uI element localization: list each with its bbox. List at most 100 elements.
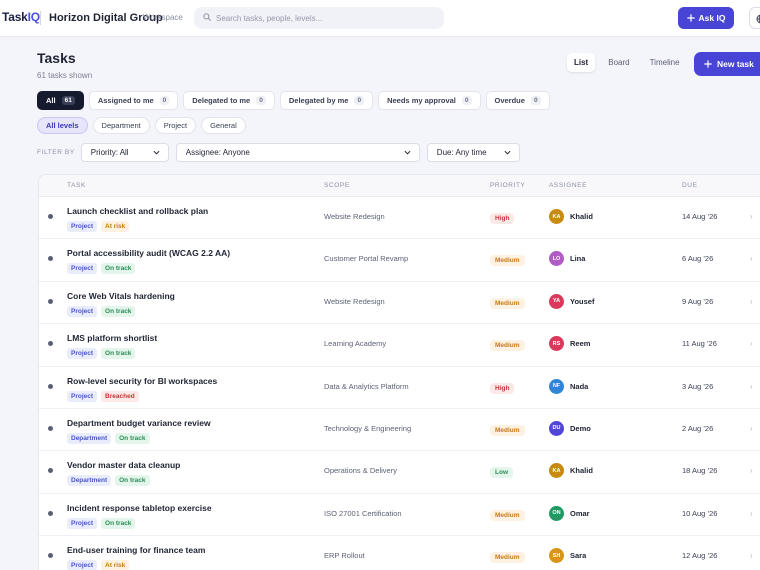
assignee[interactable]: KA Khalid bbox=[549, 209, 593, 224]
task-scope[interactable]: Website Redesign bbox=[324, 212, 385, 221]
task-title[interactable]: Portal accessibility audit (WCAG 2.2 AA) bbox=[67, 248, 230, 258]
column-header-assignee[interactable]: ASSIGNEE bbox=[549, 182, 587, 189]
assignee[interactable]: DU Demo bbox=[549, 420, 591, 436]
task-title[interactable]: Vendor master data cleanup bbox=[67, 460, 180, 470]
chevron-right-icon[interactable]: › bbox=[750, 339, 753, 348]
search-box[interactable] bbox=[194, 7, 444, 29]
column-header-task[interactable]: TASK bbox=[67, 182, 86, 189]
chevron-right-icon[interactable]: › bbox=[750, 297, 753, 306]
table-row[interactable]: Launch checklist and rollback plan Projec… bbox=[39, 197, 760, 240]
due-date: 12 Aug ’26 bbox=[682, 551, 718, 561]
chip-count: 0 bbox=[530, 96, 541, 105]
level-chip-all[interactable]: All levels bbox=[37, 117, 88, 134]
quick-filters: All 61 Assigned to me 0 Delegated to me 0 D… bbox=[37, 91, 550, 110]
task-scope[interactable]: Data & Analytics Platform bbox=[324, 382, 409, 391]
column-header-due[interactable]: DUE bbox=[682, 182, 698, 189]
task-scope[interactable]: ERP Rollout bbox=[324, 551, 365, 560]
task-scope[interactable]: Website Redesign bbox=[324, 297, 385, 306]
status-badge: On track bbox=[101, 348, 136, 360]
due-date: 10 Aug ’26 bbox=[682, 508, 718, 518]
assignee[interactable]: SH Sara bbox=[549, 548, 586, 564]
assignee-name: Omar bbox=[570, 508, 590, 518]
table-row[interactable]: Incident response tabletop exercise Proje… bbox=[39, 494, 760, 537]
assignee[interactable]: YA Yousef bbox=[549, 293, 594, 309]
chevron-right-icon[interactable]: › bbox=[750, 466, 753, 475]
tab-timeline[interactable]: Timeline bbox=[643, 53, 687, 72]
task-scope[interactable]: Customer Portal Revamp bbox=[324, 254, 408, 263]
table-row[interactable]: Portal accessibility audit (WCAG 2.2 AA)… bbox=[39, 239, 760, 282]
status-badge: Breached bbox=[101, 390, 139, 402]
ask-iq-label: Ask IQ bbox=[698, 13, 726, 23]
table-row[interactable]: Row-level security for BI workspaces Proj… bbox=[39, 367, 760, 409]
task-scope[interactable]: Learning Academy bbox=[324, 339, 386, 348]
search-input[interactable] bbox=[216, 10, 436, 26]
task-scope[interactable]: ISO 27001 Certification bbox=[324, 509, 402, 518]
assignee-select[interactable]: Assignee: Anyone bbox=[175, 143, 420, 162]
priority-select[interactable]: Priority: All bbox=[80, 143, 169, 162]
chevron-right-icon[interactable]: › bbox=[750, 212, 753, 221]
task-title[interactable]: Incident response tabletop exercise bbox=[67, 503, 212, 513]
filter-chip-assigned-to-me[interactable]: Assigned to me 0 bbox=[88, 91, 179, 110]
priority-badge: Medium bbox=[490, 340, 525, 352]
table-row[interactable]: Department budget variance review Departm… bbox=[39, 409, 760, 452]
chevron-right-icon[interactable]: › bbox=[750, 551, 753, 560]
table-row[interactable]: Core Web Vitals hardening Project On track… bbox=[39, 282, 760, 325]
filter-chip-overdue[interactable]: Overdue 0 bbox=[485, 91, 550, 110]
filter-chip-needs-approval[interactable]: Needs my approval 0 bbox=[378, 91, 481, 110]
task-title[interactable]: Launch checklist and rollback plan bbox=[67, 206, 208, 216]
avatar: SH bbox=[549, 548, 564, 564]
column-header-scope[interactable]: SCOPE bbox=[324, 182, 350, 189]
table-row[interactable]: LMS platform shortlist Project On track Lea… bbox=[39, 324, 760, 367]
level-badge: Project bbox=[67, 390, 98, 402]
chevron-right-icon[interactable]: › bbox=[750, 254, 753, 263]
assignee[interactable]: KA Khalid bbox=[549, 463, 593, 479]
filter-chip-delegated-to-me[interactable]: Delegated to me 0 bbox=[183, 91, 275, 110]
filter-chip-delegated-by-me[interactable]: Delegated by me 0 bbox=[279, 91, 374, 110]
task-scope[interactable]: Operations & Delivery bbox=[324, 466, 397, 475]
search-icon bbox=[203, 13, 211, 21]
status-badge: At risk bbox=[101, 221, 130, 232]
level-chip-project[interactable]: Project bbox=[154, 117, 197, 134]
task-title[interactable]: Row-level security for BI workspaces bbox=[67, 376, 217, 386]
task-title[interactable]: Core Web Vitals hardening bbox=[67, 291, 175, 301]
chevron-right-icon[interactable]: › bbox=[750, 509, 753, 518]
status-badge: On track bbox=[115, 475, 150, 487]
tab-board[interactable]: Board bbox=[601, 53, 636, 72]
column-header-priority[interactable]: PRIORITY bbox=[490, 182, 526, 189]
table-row[interactable]: Vendor master data cleanup Department On t… bbox=[39, 451, 760, 494]
status-dot bbox=[48, 383, 53, 389]
assignee-name: Nada bbox=[570, 381, 589, 391]
level-chip-general[interactable]: General bbox=[201, 117, 246, 134]
chevron-right-icon[interactable]: › bbox=[750, 382, 753, 391]
level-chip-department[interactable]: Department bbox=[92, 117, 150, 134]
task-scope[interactable]: Technology & Engineering bbox=[324, 424, 411, 433]
assignee[interactable]: RS Reem bbox=[549, 336, 590, 352]
table-row[interactable]: End-user training for finance team Projec… bbox=[39, 536, 760, 570]
ask-iq-button[interactable]: Ask IQ bbox=[678, 7, 734, 29]
language-button[interactable] bbox=[749, 7, 760, 29]
status-dot bbox=[48, 256, 53, 262]
chevron-right-icon[interactable]: › bbox=[750, 424, 753, 433]
level-badge: Department bbox=[67, 475, 112, 487]
due-select[interactable]: Due: Any time bbox=[426, 143, 520, 162]
assignee[interactable]: NF Nada bbox=[549, 378, 589, 394]
due-date: 18 Aug ’26 bbox=[682, 466, 718, 476]
tab-list[interactable]: List bbox=[567, 53, 596, 72]
task-title[interactable]: Department budget variance review bbox=[67, 418, 211, 428]
chip-count: 0 bbox=[159, 96, 170, 105]
task-title[interactable]: End-user training for finance team bbox=[67, 545, 205, 555]
new-task-button[interactable]: New task bbox=[694, 52, 760, 76]
assignee[interactable]: LO Lina bbox=[549, 251, 585, 267]
assignee[interactable]: ON Omar bbox=[549, 505, 590, 521]
status-badge: On track bbox=[101, 263, 136, 275]
status-badge: On track bbox=[101, 517, 136, 529]
task-tags: Department On track bbox=[67, 475, 150, 487]
due-date: 14 Aug ’26 bbox=[682, 212, 718, 221]
assignee-name: Khalid bbox=[570, 212, 593, 221]
level-badge: Project bbox=[67, 517, 98, 529]
task-title[interactable]: LMS platform shortlist bbox=[67, 333, 157, 343]
task-tags: Department On track bbox=[67, 432, 150, 444]
task-tags: Project At risk bbox=[67, 560, 130, 570]
app-logo[interactable]: TaskIQ bbox=[2, 10, 40, 24]
filter-chip-all[interactable]: All 61 bbox=[37, 91, 84, 110]
